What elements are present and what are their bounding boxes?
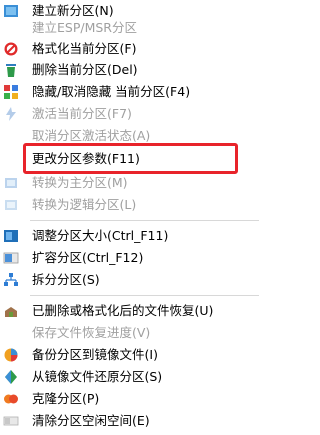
menu-item-save-progress[interactable]: 保存文件恢复进度(V) bbox=[0, 322, 265, 344]
context-menu: 建立新分区(N) 建立ESP/MSR分区 格式化当前分区(F) 删除当前分区(D… bbox=[0, 0, 265, 435]
split-icon bbox=[4, 273, 18, 286]
backup-icon bbox=[4, 348, 18, 362]
menu-item-create-esp-msr[interactable]: 建立ESP/MSR分区 bbox=[0, 17, 265, 39]
menu-item-label: 建立ESP/MSR分区 bbox=[32, 20, 137, 35]
menu-item-label: 取消分区激活状态(A) bbox=[32, 128, 151, 143]
menu-item-resize[interactable]: 调整分区大小(Ctrl_F11) bbox=[0, 225, 265, 247]
menu-item-backup-image[interactable]: 备份分区到镜像文件(I) bbox=[0, 344, 265, 366]
menu-item-file-recovery[interactable]: 已删除或格式化后的文件恢复(U) bbox=[0, 300, 265, 322]
menu-item-clone[interactable]: 克隆分区(P) bbox=[0, 388, 265, 410]
menu-item-label: 清除分区空闲空间(E) bbox=[32, 413, 150, 428]
menu-item-label: 格式化当前分区(F) bbox=[32, 41, 137, 56]
menu-item-label: 从镜像文件还原分区(S) bbox=[32, 369, 163, 384]
menu-separator bbox=[30, 295, 259, 296]
menu-item-activate[interactable]: 激活当前分区(F7) bbox=[0, 103, 265, 125]
delete-icon bbox=[6, 64, 16, 77]
menu-item-label: 拆分分区(S) bbox=[32, 272, 100, 287]
menu-item-format[interactable]: 格式化当前分区(F) bbox=[0, 38, 265, 60]
menu-item-label: 扩容分区(Ctrl_F12) bbox=[32, 250, 144, 265]
menu-item-extend[interactable]: 扩容分区(Ctrl_F12) bbox=[0, 247, 265, 269]
menu-item-label: 调整分区大小(Ctrl_F11) bbox=[32, 228, 169, 243]
menu-item-hide[interactable]: 隐藏/取消隐藏 当前分区(F4) bbox=[0, 81, 265, 103]
menu-item-label: 激活当前分区(F7) bbox=[32, 106, 132, 121]
extend-icon bbox=[3, 252, 19, 264]
menu-item-label: 已删除或格式化后的文件恢复(U) bbox=[32, 303, 214, 318]
clone-icon bbox=[4, 394, 18, 404]
menu-item-convert-primary[interactable]: 转换为主分区(M) bbox=[0, 172, 265, 194]
menu-item-label: 保存文件恢复进度(V) bbox=[32, 325, 151, 340]
menu-item-label: 删除当前分区(Del) bbox=[32, 62, 138, 77]
wipe-icon bbox=[3, 416, 19, 426]
restore-icon bbox=[5, 370, 17, 384]
menu-item-delete[interactable]: 删除当前分区(Del) bbox=[0, 59, 265, 81]
convert-logical-icon bbox=[5, 200, 17, 210]
menu-item-label: 转换为逻辑分区(L) bbox=[32, 197, 137, 212]
menu-item-restore-image[interactable]: 从镜像文件还原分区(S) bbox=[0, 366, 265, 388]
convert-primary-icon bbox=[5, 178, 17, 188]
menu-item-split[interactable]: 拆分分区(S) bbox=[0, 269, 265, 291]
resize-icon bbox=[4, 230, 18, 242]
hide-icon bbox=[4, 85, 18, 99]
menu-item-label: 备份分区到镜像文件(I) bbox=[32, 347, 158, 362]
menu-item-label: 隐藏/取消隐藏 当前分区(F4) bbox=[32, 84, 191, 99]
activate-icon bbox=[6, 107, 16, 121]
recover-icon bbox=[5, 307, 17, 317]
menu-item-wipe-free-space[interactable]: 清除分区空闲空间(E) bbox=[0, 410, 265, 432]
format-icon bbox=[4, 42, 18, 56]
menu-item-convert-logical[interactable]: 转换为逻辑分区(L) bbox=[0, 194, 265, 216]
highlight-box bbox=[23, 143, 238, 174]
menu-item-label: 转换为主分区(M) bbox=[32, 175, 128, 190]
menu-item-label: 克隆分区(P) bbox=[32, 391, 100, 406]
menu-separator bbox=[30, 220, 259, 221]
